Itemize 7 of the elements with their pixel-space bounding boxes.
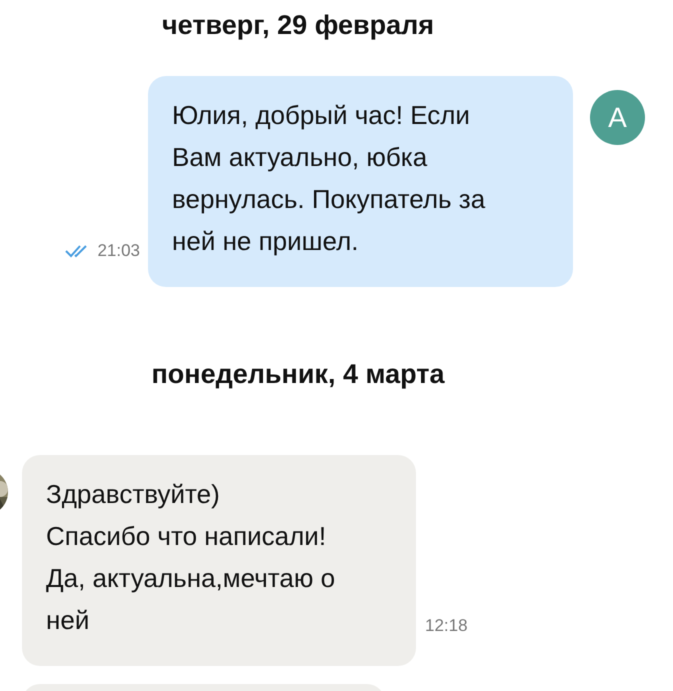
message-time: 12:18 bbox=[425, 616, 468, 636]
message-time: 21:03 bbox=[97, 241, 140, 261]
date-header: понедельник, 4 марта bbox=[152, 358, 444, 391]
date-header: четверг, 29 февраля bbox=[162, 9, 434, 42]
message-bubble: Юлия, добрый час! Если Вам актуально, юбка вернулась. Покупатель за ней не пришел. bbox=[148, 76, 573, 287]
avatar[interactable]: А bbox=[590, 90, 645, 145]
message-bubble: Здравствуйте) Спасибо что написали! Да, актуальна,мечтаю о ней bbox=[22, 455, 416, 666]
